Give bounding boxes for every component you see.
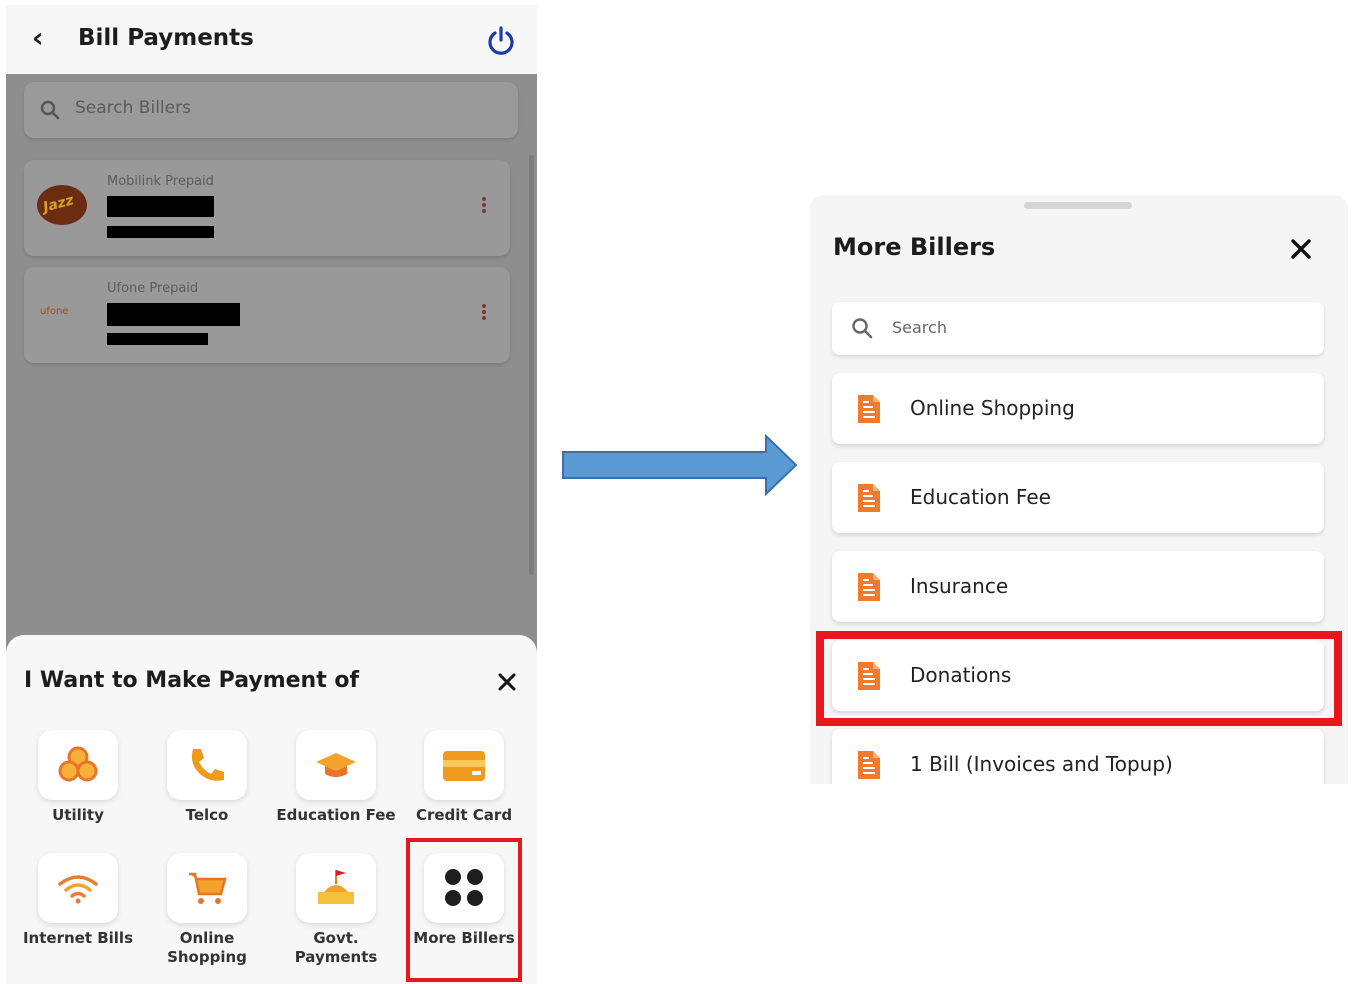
category-label: Education Fee: [276, 806, 396, 824]
biller-name: Ufone Prepaid: [107, 281, 199, 296]
page-title: Bill Payments: [78, 25, 254, 51]
biller-name: Mobilink Prepaid: [107, 174, 214, 189]
close-icon[interactable]: [1289, 237, 1313, 261]
category-label: Online Shopping: [167, 929, 247, 966]
search-icon: [852, 318, 873, 339]
document-icon: [858, 573, 880, 601]
jazz-logo: Jazz: [37, 185, 87, 225]
back-icon[interactable]: ‹: [32, 21, 44, 54]
document-icon: [858, 395, 880, 423]
donations-highlight: [816, 631, 1342, 726]
close-icon[interactable]: [496, 671, 518, 693]
document-icon: [858, 484, 880, 512]
shopping-cart-icon: [189, 872, 227, 904]
utility-tile-box[interactable]: [38, 730, 118, 800]
power-icon[interactable]: [485, 25, 517, 57]
biller-item-label: Insurance: [910, 574, 1009, 598]
category-education-fee[interactable]: Education Fee: [276, 730, 396, 825]
redacted-account-number: [107, 196, 214, 217]
app-header: ‹ Bill Payments: [6, 5, 537, 74]
more-options-icon[interactable]: [481, 303, 487, 323]
biller-item-label: 1 Bill (Invoices and Topup): [910, 752, 1173, 776]
search-placeholder: Search Billers: [75, 98, 191, 118]
shopping-tile-box[interactable]: [167, 853, 247, 923]
saved-biller-card[interactable]: Jazz Mobilink Prepaid: [24, 160, 510, 256]
category-label: Credit Card: [415, 806, 513, 824]
search-icon: [40, 100, 60, 120]
more-options-icon[interactable]: [481, 196, 487, 216]
sheet-title: I Want to Make Payment of: [24, 668, 360, 693]
category-label: Govt. Payments: [294, 929, 378, 966]
biller-item-label: Online Shopping: [910, 396, 1075, 420]
govt-tile-box[interactable]: [296, 853, 376, 923]
credit-card-icon: [443, 751, 485, 781]
category-label: Telco: [185, 806, 229, 824]
utility-icon: [58, 746, 98, 782]
drag-handle[interactable]: [1024, 202, 1132, 209]
sheet-title: More Billers: [833, 233, 996, 261]
redacted-account-detail: [107, 226, 214, 238]
category-credit-card[interactable]: Credit Card: [404, 730, 524, 825]
payment-category-sheet: I Want to Make Payment of Utility Telco …: [6, 635, 537, 984]
saved-biller-card[interactable]: ufone Ufone Prepaid: [24, 267, 510, 363]
biller-item-1bill[interactable]: 1 Bill (Invoices and Topup): [832, 729, 1324, 784]
search-billers-input[interactable]: Search Billers: [24, 82, 518, 138]
category-govt-payments[interactable]: Govt. Payments: [276, 853, 396, 967]
wifi-icon: [58, 875, 98, 904]
education-tile-box[interactable]: [296, 730, 376, 800]
category-utility[interactable]: Utility: [18, 730, 138, 825]
category-label: Utility: [52, 806, 104, 824]
telco-tile-box[interactable]: [167, 730, 247, 800]
right-arrow-icon: [562, 434, 798, 496]
biller-item-education-fee[interactable]: Education Fee: [832, 462, 1324, 533]
scrollbar[interactable]: [529, 155, 534, 575]
more-billers-highlight: [406, 838, 522, 982]
phone-icon: [191, 749, 224, 781]
category-label: Internet Bills: [22, 929, 134, 947]
ufone-logo: ufone: [40, 306, 69, 317]
graduation-cap-icon: [316, 753, 356, 777]
category-internet-bills[interactable]: Internet Bills: [18, 853, 138, 948]
search-input[interactable]: Search: [832, 302, 1324, 355]
category-online-shopping[interactable]: Online Shopping: [147, 853, 267, 967]
category-telco[interactable]: Telco: [147, 730, 267, 825]
redacted-account-number: [107, 303, 240, 326]
government-building-icon: [318, 870, 354, 904]
biller-item-label: Education Fee: [910, 485, 1051, 509]
biller-item-insurance[interactable]: Insurance: [832, 551, 1324, 622]
internet-tile-box[interactable]: [38, 853, 118, 923]
screenshot-root: ‹ Bill Payments Search Billers Jazz Mobi…: [0, 0, 1354, 984]
biller-item-online-shopping[interactable]: Online Shopping: [832, 373, 1324, 444]
search-placeholder: Search: [892, 318, 947, 337]
document-icon: [858, 751, 880, 779]
credit-card-tile-box[interactable]: [424, 730, 504, 800]
redacted-account-detail: [107, 333, 208, 345]
bill-payments-screen: ‹ Bill Payments Search Billers Jazz Mobi…: [6, 5, 537, 984]
